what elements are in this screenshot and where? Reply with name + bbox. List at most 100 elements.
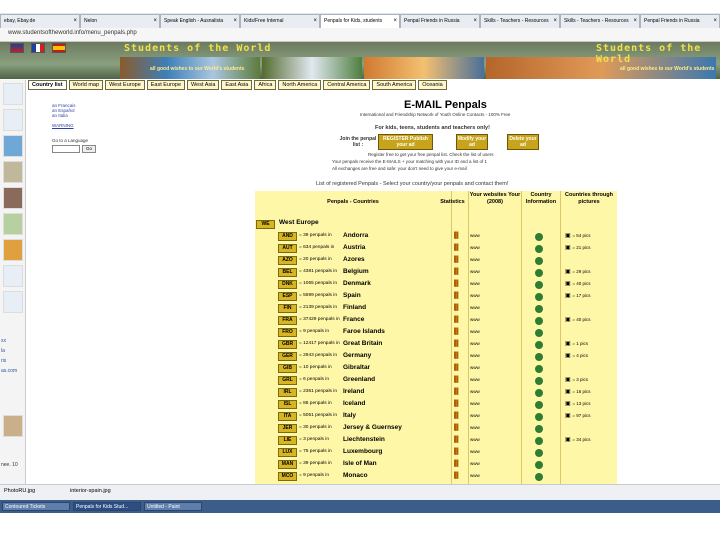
nav-east-europe[interactable]: East Europe bbox=[146, 80, 186, 90]
mail-icon[interactable] bbox=[3, 161, 23, 183]
country-code-badge[interactable]: ISL bbox=[278, 400, 297, 409]
browser-tab-active[interactable]: Penpals for Kids, students × bbox=[320, 14, 400, 28]
statistics-icon[interactable]: ▐▌ bbox=[452, 377, 461, 383]
browser-tab[interactable]: Skills - Teachers - Resources × bbox=[480, 14, 560, 28]
country-name-link[interactable]: Spain bbox=[343, 292, 361, 299]
nav-africa[interactable]: Africa bbox=[254, 80, 277, 90]
website-link[interactable]: www bbox=[470, 449, 480, 454]
browser-tab[interactable]: Nelon × bbox=[80, 14, 160, 28]
desk-icon[interactable] bbox=[3, 291, 23, 313]
close-icon[interactable]: × bbox=[73, 15, 77, 27]
website-link[interactable]: www bbox=[470, 281, 480, 286]
camera-icon[interactable]: ▣ = 97 pics bbox=[565, 412, 590, 419]
statistics-icon[interactable]: ▐▌ bbox=[452, 437, 461, 443]
nav-world-map[interactable]: World map bbox=[68, 80, 104, 90]
country-code-badge[interactable]: FRA bbox=[278, 316, 297, 325]
region-code-badge[interactable]: WE bbox=[256, 220, 275, 229]
globe-icon[interactable] bbox=[535, 401, 543, 409]
crowd-icon[interactable] bbox=[3, 213, 23, 235]
website-link[interactable]: www bbox=[470, 389, 480, 394]
nav-central-america[interactable]: Central America bbox=[323, 80, 371, 90]
website-link[interactable]: www bbox=[470, 413, 480, 418]
nav-north-america[interactable]: North America bbox=[278, 80, 322, 90]
statistics-icon[interactable]: ▐▌ bbox=[452, 425, 461, 431]
nav-west-asia[interactable]: West Asia bbox=[187, 80, 220, 90]
close-icon[interactable]: × bbox=[233, 15, 237, 27]
website-link[interactable]: www bbox=[470, 401, 480, 406]
country-name-link[interactable]: Monaco bbox=[343, 472, 368, 479]
people-icon[interactable] bbox=[3, 239, 23, 261]
globe-icon[interactable] bbox=[535, 353, 543, 361]
country-name-link[interactable]: Andorra bbox=[343, 232, 368, 239]
statistics-icon[interactable]: ▐▌ bbox=[452, 413, 461, 419]
globe-icon[interactable] bbox=[3, 135, 23, 157]
nav-west-europe[interactable]: West Europe bbox=[105, 80, 145, 90]
browser-tab[interactable]: Penpal Friends in Russia × bbox=[400, 14, 480, 28]
globe-icon[interactable] bbox=[535, 257, 543, 265]
browser-tab[interactable]: Skills - Teachers - Resources × bbox=[560, 14, 640, 28]
website-link[interactable]: www bbox=[470, 317, 480, 322]
close-icon[interactable]: × bbox=[633, 15, 637, 27]
website-link[interactable]: www bbox=[470, 425, 480, 430]
close-icon[interactable]: × bbox=[393, 15, 397, 27]
country-name-link[interactable]: Faroe Islands bbox=[343, 328, 385, 335]
country-code-badge[interactable]: FIN bbox=[278, 304, 297, 313]
spain-flag-icon[interactable] bbox=[52, 43, 66, 53]
pen-icon[interactable] bbox=[3, 265, 23, 287]
country-code-badge[interactable]: AZO bbox=[278, 256, 297, 265]
globe-icon[interactable] bbox=[535, 365, 543, 373]
country-code-badge[interactable]: MAN bbox=[278, 460, 297, 469]
browser-tab[interactable]: Penpal Friends in Russia × bbox=[640, 14, 720, 28]
country-code-badge[interactable]: BEL bbox=[278, 268, 297, 277]
country-code-badge[interactable]: JER bbox=[278, 424, 297, 433]
country-code-badge[interactable]: LUX bbox=[278, 448, 297, 457]
country-name-link[interactable]: Isle of Man bbox=[343, 460, 377, 467]
globe-icon[interactable] bbox=[535, 293, 543, 301]
country-name-link[interactable]: Germany bbox=[343, 352, 371, 359]
globe-icon[interactable] bbox=[535, 329, 543, 337]
website-link[interactable]: www bbox=[470, 269, 480, 274]
website-link[interactable]: www bbox=[470, 353, 480, 358]
close-icon[interactable]: × bbox=[553, 15, 557, 27]
website-link[interactable]: www bbox=[470, 461, 480, 466]
camera-icon[interactable]: ▣ = 13 pics bbox=[565, 400, 590, 407]
close-icon[interactable]: × bbox=[313, 15, 317, 27]
website-link[interactable]: www bbox=[470, 377, 480, 382]
camera-icon[interactable]: ▣ = 40 pics bbox=[565, 280, 590, 287]
country-name-link[interactable]: France bbox=[343, 316, 364, 323]
statistics-icon[interactable]: ▐▌ bbox=[452, 281, 461, 287]
taskbar-button[interactable]: Contoured Tickets bbox=[2, 502, 70, 511]
tools-icon[interactable] bbox=[3, 109, 23, 131]
globe-icon[interactable] bbox=[535, 233, 543, 241]
modify-button[interactable]: Modify your ad bbox=[456, 134, 488, 150]
left-link[interactable]: ris bbox=[1, 358, 6, 364]
statistics-icon[interactable]: ▐▌ bbox=[452, 449, 461, 455]
building-icon[interactable] bbox=[3, 415, 23, 437]
country-code-badge[interactable]: LIE bbox=[278, 436, 297, 445]
country-code-badge[interactable]: AUT bbox=[278, 244, 297, 253]
camera-icon[interactable]: ▣ = 40 pics bbox=[565, 316, 590, 323]
country-name-link[interactable]: Jersey & Guernsey bbox=[343, 424, 402, 431]
nav-south-america[interactable]: South America bbox=[372, 80, 417, 90]
country-code-badge[interactable]: GBR bbox=[278, 340, 297, 349]
website-link[interactable]: www bbox=[470, 365, 480, 370]
country-code-badge[interactable]: AND bbox=[278, 232, 297, 241]
camera-icon[interactable]: ▣ = 1 pics bbox=[565, 340, 588, 347]
globe-icon[interactable] bbox=[535, 305, 543, 313]
camera-icon[interactable]: ▣ = 17 pics bbox=[565, 292, 590, 299]
country-code-badge[interactable]: GRL bbox=[278, 376, 297, 385]
nav-east-asia[interactable]: East Asia bbox=[221, 80, 253, 90]
statistics-icon[interactable]: ▐▌ bbox=[452, 269, 461, 275]
website-link[interactable]: www bbox=[470, 233, 480, 238]
download-item[interactable]: interior-spain.jpg bbox=[70, 488, 111, 494]
country-name-link[interactable]: Gibraltar bbox=[343, 364, 370, 371]
website-link[interactable]: www bbox=[470, 257, 480, 262]
country-name-link[interactable]: Azores bbox=[343, 256, 365, 263]
country-code-badge[interactable]: GIB bbox=[278, 364, 297, 373]
website-link[interactable]: www bbox=[470, 293, 480, 298]
chess-icon[interactable] bbox=[3, 187, 23, 209]
website-link[interactable]: www bbox=[470, 341, 480, 346]
camera-icon[interactable]: ▣ = 3 pics bbox=[565, 376, 588, 383]
person-icon[interactable] bbox=[3, 83, 23, 105]
statistics-icon[interactable]: ▐▌ bbox=[452, 245, 461, 251]
